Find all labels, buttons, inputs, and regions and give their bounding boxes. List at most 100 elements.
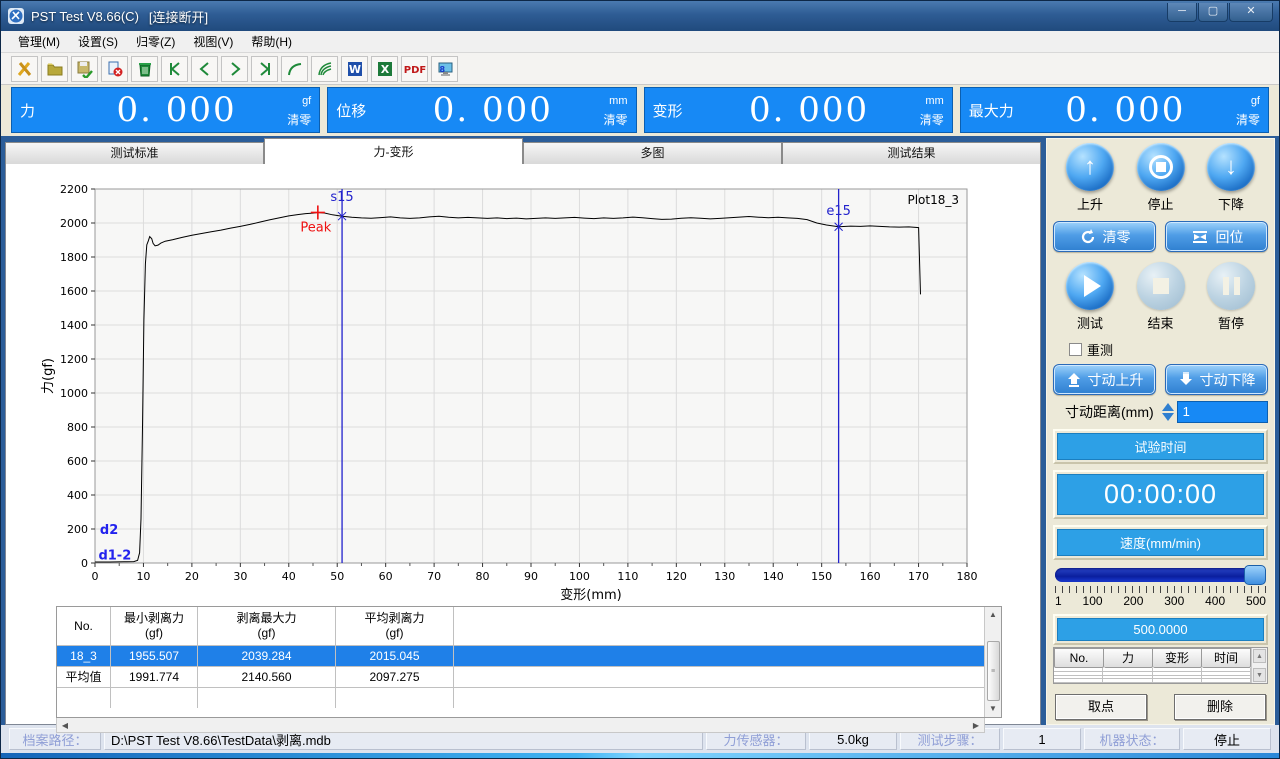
- tab-test-standard[interactable]: 测试标准: [5, 142, 264, 164]
- max-force-unit: gf: [1251, 95, 1260, 107]
- svg-text:110: 110: [617, 570, 638, 583]
- test-pause-button[interactable]: [1207, 262, 1255, 310]
- svg-text:s15: s15: [330, 190, 353, 205]
- delete-point-button[interactable]: 删除: [1174, 694, 1266, 720]
- table-row[interactable]: 平均值 1991.774 2140.560 2097.275: [57, 666, 984, 687]
- last-record-button[interactable]: [251, 56, 278, 82]
- jog-distance-spinner[interactable]: [1162, 403, 1174, 421]
- test-end-button[interactable]: [1137, 262, 1185, 310]
- displacement-value: 0. 000: [398, 90, 587, 130]
- jog-up-button[interactable]: 寸动上升: [1053, 364, 1156, 395]
- scroll-down-icon[interactable]: ▼: [986, 701, 1001, 717]
- motion-stop-button[interactable]: [1137, 143, 1185, 191]
- results-header-row: No. 最小剥离力(gf) 剥离最大力(gf) 平均剥离力(gf): [57, 607, 984, 645]
- force-display: 力 0. 000 gf 清零: [11, 87, 320, 133]
- col-min-peel: 最小剥离力: [124, 611, 184, 626]
- speed-value: 500.0000: [1057, 618, 1264, 641]
- tab-force-deformation[interactable]: 力-变形: [264, 138, 523, 164]
- zero-button[interactable]: 清零: [1053, 221, 1156, 252]
- speed-header: 速度(mm/min): [1057, 529, 1264, 556]
- point-table-scrollbar[interactable]: ▲ ▼: [1251, 648, 1267, 683]
- svg-text:力(gf): 力(gf): [41, 358, 56, 394]
- save-button[interactable]: [71, 56, 98, 82]
- screen-button[interactable]: 8: [431, 56, 458, 82]
- move-down-button[interactable]: ↓: [1207, 143, 1255, 191]
- open-folder-button[interactable]: [41, 56, 68, 82]
- max-force-value: 0. 000: [1031, 90, 1220, 130]
- displacement-display: 位移 0. 000 mm 清零: [327, 87, 636, 133]
- svg-text:170: 170: [908, 570, 929, 583]
- svg-text:140: 140: [763, 570, 784, 583]
- force-label: 力: [20, 100, 82, 121]
- test-time-header: 试验时间: [1057, 433, 1264, 460]
- speed-slider[interactable]: [1055, 568, 1266, 582]
- spin-down-icon[interactable]: [1162, 413, 1174, 421]
- spin-up-icon[interactable]: [1162, 403, 1174, 411]
- close-button[interactable]: ✕: [1229, 3, 1273, 22]
- force-value: 0. 000: [82, 90, 271, 130]
- menu-manage[interactable]: 管理(M): [9, 31, 69, 52]
- point-col-time[interactable]: 时间: [1202, 648, 1251, 668]
- scroll-right-icon[interactable]: ▶: [968, 721, 984, 730]
- results-vertical-scrollbar[interactable]: ▲ ≡ ▼: [984, 607, 1001, 717]
- svg-text:W: W: [348, 63, 360, 76]
- jog-down-icon: [1178, 372, 1194, 388]
- toolbar: W X PDF 8: [1, 53, 1279, 85]
- max-force-display: 最大力 0. 000 gf 清零: [960, 87, 1269, 133]
- svg-text:10: 10: [136, 570, 150, 583]
- table-row[interactable]: 18_3 1955.507 2039.284 2015.045: [57, 645, 984, 666]
- export-word-button[interactable]: W: [341, 56, 368, 82]
- test-pause-label: 暂停: [1200, 313, 1262, 332]
- export-excel-button[interactable]: X: [371, 56, 398, 82]
- down-arrow-icon: ↓: [1225, 155, 1237, 179]
- force-clear-button[interactable]: 清零: [287, 113, 311, 127]
- home-button[interactable]: 回位: [1165, 221, 1268, 252]
- menu-view[interactable]: 视图(V): [184, 31, 242, 52]
- svg-text:20: 20: [185, 570, 199, 583]
- menu-zero[interactable]: 归零(Z): [127, 31, 184, 52]
- scroll-thumb[interactable]: ≡: [987, 641, 1000, 701]
- max-force-clear-button[interactable]: 清零: [1236, 113, 1260, 127]
- close-document-button[interactable]: [101, 56, 128, 82]
- force-chart: 0102030405060708090100110120130140150160…: [10, 166, 1034, 606]
- next-record-button[interactable]: [221, 56, 248, 82]
- scroll-up-icon[interactable]: ▲: [1253, 649, 1266, 663]
- test-start-button[interactable]: [1066, 262, 1114, 310]
- minimize-button[interactable]: ─: [1167, 3, 1197, 22]
- tab-multi-plot[interactable]: 多图: [523, 142, 782, 164]
- previous-record-button[interactable]: [191, 56, 218, 82]
- scroll-down-icon[interactable]: ▼: [1253, 668, 1266, 682]
- app-window: PST Test V8.66(C) [连接断开] ─ ▢ ✕ 管理(M) 设置(…: [0, 0, 1280, 759]
- svg-text:800: 800: [67, 421, 88, 434]
- jog-up-icon: [1066, 372, 1082, 388]
- tab-test-result[interactable]: 测试结果: [782, 142, 1041, 164]
- svg-text:1200: 1200: [60, 353, 88, 366]
- first-record-button[interactable]: [161, 56, 188, 82]
- jog-distance-input[interactable]: 1: [1177, 401, 1268, 423]
- retest-checkbox[interactable]: [1069, 343, 1082, 356]
- scroll-up-icon[interactable]: ▲: [986, 607, 1001, 623]
- displacement-clear-button[interactable]: 清零: [603, 113, 627, 127]
- svg-text:50: 50: [330, 570, 344, 583]
- point-col-force[interactable]: 力: [1104, 648, 1153, 668]
- point-col-no[interactable]: No.: [1054, 648, 1104, 668]
- maximize-button[interactable]: ▢: [1198, 3, 1228, 22]
- jog-down-button[interactable]: 寸动下降: [1165, 364, 1268, 395]
- multi-curve-button[interactable]: [311, 56, 338, 82]
- take-point-button[interactable]: 取点: [1055, 694, 1147, 720]
- svg-text:180: 180: [957, 570, 978, 583]
- delete-trash-button[interactable]: [131, 56, 158, 82]
- scroll-left-icon[interactable]: ◀: [57, 721, 73, 730]
- tools-button[interactable]: [11, 56, 38, 82]
- slider-thumb[interactable]: [1244, 565, 1266, 585]
- single-curve-button[interactable]: [281, 56, 308, 82]
- menu-help[interactable]: 帮助(H): [242, 31, 301, 52]
- deformation-value: 0. 000: [715, 90, 904, 130]
- results-horizontal-scrollbar[interactable]: ◀ ▶: [56, 718, 985, 733]
- move-up-button[interactable]: ↑: [1066, 143, 1114, 191]
- export-pdf-button[interactable]: PDF: [401, 56, 428, 82]
- deformation-clear-button[interactable]: 清零: [920, 113, 944, 127]
- svg-text:1000: 1000: [60, 387, 88, 400]
- menu-settings[interactable]: 设置(S): [69, 31, 127, 52]
- point-col-deformation[interactable]: 变形: [1153, 648, 1202, 668]
